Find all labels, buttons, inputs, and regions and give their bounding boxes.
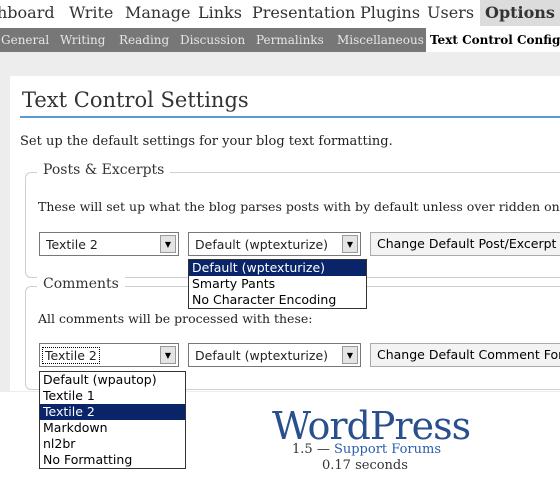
posts-legend: Posts & Excerpts bbox=[37, 162, 171, 178]
admin-menu: hboard Write Manage Links Presentation P… bbox=[0, 0, 560, 28]
dropdown-option[interactable]: nl2br bbox=[40, 436, 185, 452]
settings-panel: Text Control Settings Set up the default… bbox=[10, 76, 560, 391]
menu-item-dashboard[interactable]: hboard bbox=[0, 0, 60, 26]
posts-format-select[interactable]: Textile 2 ▼ bbox=[39, 232, 179, 256]
separator: — bbox=[312, 442, 334, 457]
menu-item-plugins[interactable]: Plugins bbox=[355, 0, 425, 26]
page-timer: 0.17 seconds bbox=[322, 458, 408, 473]
posts-encoding-select[interactable]: Default (wptexturize) ▼ bbox=[188, 232, 361, 256]
submenu-item-general[interactable]: General bbox=[0, 28, 53, 52]
posts-description: These will set up what the blog parses p… bbox=[38, 199, 560, 214]
submenu-item-miscellaneous[interactable]: Miscellaneous bbox=[333, 28, 428, 52]
menu-item-write[interactable]: Write bbox=[64, 0, 118, 26]
posts-encoding-value: Default (wptexturize) bbox=[195, 237, 329, 252]
support-forums-link[interactable]: Support Forums bbox=[334, 442, 441, 457]
chevron-down-icon: ▼ bbox=[160, 235, 176, 253]
submenu-item-reading[interactable]: Reading bbox=[115, 28, 173, 52]
title-divider bbox=[20, 116, 560, 118]
menu-item-presentation[interactable]: Presentation bbox=[247, 0, 360, 26]
version-number: 1.5 bbox=[292, 442, 313, 457]
dropdown-option[interactable]: No Formatting bbox=[40, 452, 185, 468]
posts-format-value: Textile 2 bbox=[46, 237, 98, 252]
chevron-down-icon: ▼ bbox=[342, 346, 358, 364]
dropdown-option[interactable]: Default (wptexturize) bbox=[189, 260, 366, 276]
chevron-down-icon: ▼ bbox=[160, 346, 176, 364]
chevron-down-icon: ▼ bbox=[342, 235, 358, 253]
change-default-post-button[interactable]: Change Default Post/Excerpt bbox=[370, 232, 560, 256]
change-default-comment-button[interactable]: Change Default Comment For bbox=[370, 343, 560, 367]
dropdown-option[interactable]: Markdown bbox=[40, 420, 185, 436]
menu-item-users[interactable]: Users bbox=[422, 0, 479, 26]
page-title: Text Control Settings bbox=[22, 88, 249, 112]
dropdown-option[interactable]: No Character Encoding bbox=[189, 292, 366, 308]
menu-item-options[interactable]: Options bbox=[480, 0, 560, 26]
comments-format-value: Textile 2 bbox=[42, 347, 100, 364]
dropdown-option[interactable]: Textile 1 bbox=[40, 388, 185, 404]
content-area: Text Control Settings Set up the default… bbox=[0, 52, 560, 392]
dropdown-option[interactable]: Textile 2 bbox=[40, 404, 185, 420]
dropdown-option[interactable]: Smarty Pants bbox=[189, 276, 366, 292]
comments-legend: Comments bbox=[37, 276, 125, 292]
dropdown-option[interactable]: Default (wpautop) bbox=[40, 372, 185, 388]
comments-format-dropdown: Default (wpautop) Textile 1 Textile 2 Ma… bbox=[39, 371, 186, 469]
menu-item-manage[interactable]: Manage bbox=[120, 0, 195, 26]
submenu-item-permalinks[interactable]: Permalinks bbox=[252, 28, 328, 52]
menu-item-links[interactable]: Links bbox=[193, 0, 247, 26]
submenu: General Writing Reading Discussion Perma… bbox=[0, 28, 560, 52]
comments-description: All comments will be processed with thes… bbox=[38, 311, 313, 326]
submenu-item-writing[interactable]: Writing bbox=[56, 28, 109, 52]
submenu-item-text-control-config[interactable]: Text Control Config bbox=[426, 28, 560, 52]
comments-encoding-value: Default (wptexturize) bbox=[195, 348, 329, 363]
submenu-item-discussion[interactable]: Discussion bbox=[176, 28, 249, 52]
page-intro: Set up the default settings for your blo… bbox=[20, 134, 393, 149]
version-line: 1.5 — Support Forums bbox=[292, 442, 441, 457]
comments-format-select[interactable]: Textile 2 ▼ bbox=[39, 343, 179, 367]
posts-encoding-dropdown: Default (wptexturize) Smarty Pants No Ch… bbox=[188, 259, 367, 309]
comments-encoding-select[interactable]: Default (wptexturize) ▼ bbox=[188, 343, 361, 367]
